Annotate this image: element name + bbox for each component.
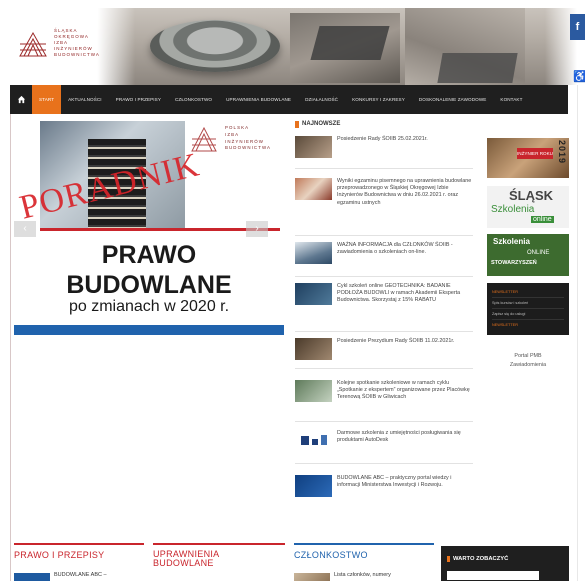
news-item[interactable]: Wyniki egzaminu pisemnego na uprawnienia… — [295, 178, 475, 207]
section-title[interactable]: CZŁONKOSTWO — [294, 550, 434, 560]
news-item[interactable]: Posiedzenie Prezydium Rady ŚOIIB 11.02.2… — [295, 338, 475, 360]
news-item[interactable]: Posiedzenie Rady ŚOIIB 25.02.2021r. — [295, 136, 475, 158]
news-thumb — [295, 430, 332, 452]
banner-photo-building — [310, 26, 390, 60]
nav-item-prawo[interactable]: Prawo i przepisy — [109, 85, 168, 114]
slider-next-button[interactable]: › — [246, 221, 268, 237]
news-thumb — [295, 242, 332, 264]
news-thumb — [295, 475, 332, 497]
news-item[interactable]: Darmowe szkolenia z umiejętności posługi… — [295, 430, 475, 452]
news-item[interactable]: Cykl szkoleń online GEOTECHNIKA: BADANIE… — [295, 283, 475, 305]
news-item[interactable]: Kolejne spotkanie szkoleniowe w ramach c… — [295, 380, 475, 402]
nav-item-aktualnosci[interactable]: Aktualności — [61, 85, 109, 114]
banner-inzynier-roku[interactable]: INŻYNIER ROKU 2019 — [487, 138, 569, 178]
news-thumb — [295, 338, 332, 360]
banner-szkolenia-stowarzyszen[interactable]: Szkolenia ONLINE STOWARZYSZEŃ — [487, 234, 569, 276]
site-logo[interactable]: ŚLĄSKA OKRĘGOWA IZBA INŻYNIERÓW BUDOWNIC… — [10, 8, 135, 85]
section-title[interactable]: PRAWO I PRZEPISY — [14, 550, 144, 560]
warto-select[interactable] — [447, 571, 539, 580]
home-icon[interactable] — [10, 85, 32, 114]
banner-szkolenia-online[interactable]: ŚLĄSK Szkolenia online — [487, 186, 569, 228]
slide-subtitle: po zmianach w 2020 r. — [68, 298, 230, 315]
section-warto-zobaczyc: WARTO ZOBACZYĆ — [441, 546, 569, 581]
facebook-icon[interactable]: f — [570, 14, 585, 40]
logo-mark-icon — [18, 30, 48, 58]
news-heading: NAJNOWSZE — [295, 118, 475, 130]
section-czlonkostwo: CZŁONKOSTWO Lista członków, numery — [294, 543, 434, 581]
piib-logo-text: POLSKA IZBA INŻYNIERÓW BUDOWNICTWA — [225, 125, 272, 151]
portal-pmb-link[interactable]: Portal PMB Zawiadomienia — [487, 352, 569, 370]
news-thumb — [295, 283, 332, 305]
autodesk-icon — [300, 435, 327, 445]
nav-item-czlonkostwo[interactable]: Członkostwo — [168, 85, 219, 114]
nav-item-doskonalenie[interactable]: Doskonalenie zawodowe — [412, 85, 494, 114]
slider-prev-button[interactable]: ‹ — [14, 221, 36, 237]
piib-logo-icon — [191, 126, 217, 152]
nav-item-start[interactable]: Start — [32, 85, 62, 114]
banner-photo-building-right — [437, 53, 518, 83]
news-list: NAJNOWSZE Posiedzenie Rady ŚOIIB 25.02.2… — [295, 118, 475, 497]
news-item[interactable]: WAŻNA INFORMACJA dla CZŁONKÓW ŚOIIB - za… — [295, 242, 475, 264]
banner-photo-stadium — [150, 20, 280, 72]
nav-item-konkursy[interactable]: Konkursy i zakresy — [345, 85, 412, 114]
hero-slider[interactable]: PORADNIK POLSKA IZBA INŻYNIERÓW BUDOWNIC… — [14, 118, 284, 335]
news-thumb — [295, 136, 332, 158]
newsletter-box[interactable]: NEWSLETTER Spis kursów i szkoleń Zapisz … — [487, 283, 569, 335]
logo-text: ŚLĄSKA OKRĘGOWA IZBA INŻYNIERÓW BUDOWNIC… — [54, 28, 100, 57]
header-banner: ŚLĄSKA OKRĘGOWA IZBA INŻYNIERÓW BUDOWNIC… — [10, 8, 585, 85]
main-nav: Start Aktualności Prawo i przepisy Człon… — [10, 85, 568, 114]
section-title[interactable]: UPRAWNIENIA BUDOWLANE — [153, 550, 285, 568]
nav-item-dzialalnosc[interactable]: Działalność — [298, 85, 345, 114]
news-thumb — [295, 380, 332, 402]
news-thumb — [295, 178, 332, 200]
slide-title: PRAWO BUDOWLANE — [66, 241, 232, 299]
section-uprawnienia: UPRAWNIENIA BUDOWLANE — [153, 543, 285, 581]
nav-item-kontakt[interactable]: Kontakt — [493, 85, 529, 114]
accessibility-icon[interactable]: ♿ — [573, 70, 585, 83]
nav-item-uprawnienia[interactable]: Uprawnienia budowlane — [219, 85, 298, 114]
slide-footer-bar — [14, 325, 284, 335]
news-item[interactable]: BUDOWLANE ABC – praktyczny portal wiedzy… — [295, 475, 475, 497]
section-prawo: PRAWO I PRZEPISY BUDOWLANE ABC – — [14, 543, 144, 581]
